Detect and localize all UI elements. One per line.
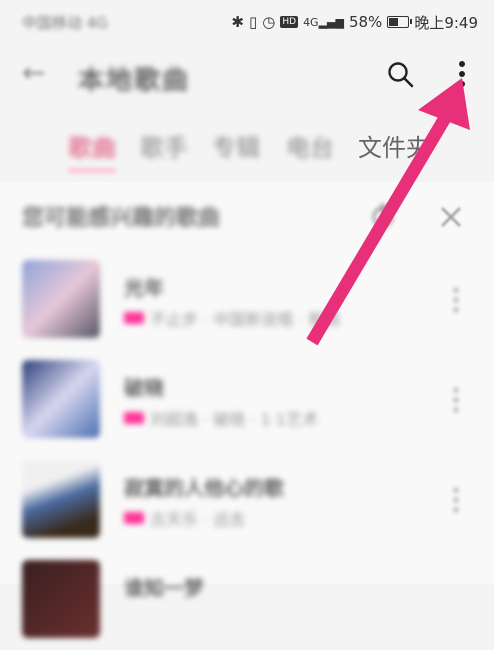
- album-cover: [22, 360, 100, 438]
- quality-tag: [124, 412, 144, 424]
- bluetooth-icon: ✱: [231, 13, 244, 31]
- battery-percent: 58%: [348, 13, 383, 31]
- tab-folders[interactable]: 文件夹: [358, 128, 430, 163]
- tab-indicator: [68, 168, 116, 173]
- carrier-text: 中国移动 4G: [22, 13, 108, 32]
- song-meta: 古天乐 · 远去: [150, 510, 246, 529]
- status-left: 中国移动 4G: [22, 12, 108, 33]
- album-cover: [22, 560, 100, 638]
- quality-tag: [124, 512, 144, 524]
- song-title: 谁知一梦: [124, 576, 204, 600]
- page-title: 本地歌曲: [78, 66, 191, 96]
- battery-icon: [387, 16, 413, 28]
- hd-icon: HD: [280, 16, 299, 28]
- quality-tag: [124, 312, 144, 324]
- tab-songs[interactable]: 歌曲: [68, 128, 116, 163]
- song-meta: 不止步 · 中国新说唱 · 新浪: [150, 310, 341, 329]
- signal-icon: 4G▂▄▆: [303, 15, 344, 29]
- status-bar: 中国移动 4G ✱ ▯ ◷ HD 4G▂▄▆ 58% 晚上9:49: [0, 0, 494, 44]
- more-vertical-icon[interactable]: [450, 58, 474, 92]
- song-subtitle: 不止步 · 中国新说唱 · 新浪: [124, 306, 341, 330]
- song-more-icon[interactable]: [448, 284, 464, 318]
- album-cover: [22, 460, 100, 538]
- list-item[interactable]: 谁知一梦: [0, 560, 494, 650]
- status-right: ✱ ▯ ◷ HD 4G▂▄▆ 58% 晚上9:49: [231, 12, 478, 33]
- tab-albums[interactable]: 专辑: [212, 128, 260, 163]
- song-title: 破晓: [124, 376, 164, 400]
- song-subtitle: 古天乐 · 远去: [124, 506, 245, 530]
- back-arrow-icon[interactable]: ←: [22, 56, 45, 89]
- vibrate-icon: ▯: [249, 13, 258, 31]
- tab-artists[interactable]: 歌手: [140, 128, 188, 163]
- tab-radio[interactable]: 电台: [286, 128, 334, 163]
- list-item[interactable]: 破晓 刘超逸 · 破晓 · 1·1艺术: [0, 360, 494, 450]
- close-icon[interactable]: [436, 202, 466, 232]
- app-bar: ← 本地歌曲: [0, 48, 494, 104]
- status-time: 晚上9:49: [414, 13, 478, 32]
- alarm-icon: ◷: [262, 13, 276, 31]
- song-subtitle: 刘超逸 · 破晓 · 1·1艺术: [124, 406, 318, 430]
- section-title: 您可能感兴趣的歌曲: [22, 206, 221, 231]
- list-item[interactable]: 寂寞的人他心的歌 古天乐 · 远去: [0, 460, 494, 550]
- song-meta: 刘超逸 · 破晓 · 1·1艺术: [150, 410, 318, 429]
- search-icon[interactable]: [386, 60, 416, 90]
- refresh-icon[interactable]: [368, 202, 398, 232]
- song-title: 寂寞的人他心的歌: [124, 476, 284, 500]
- song-more-icon[interactable]: [448, 484, 464, 518]
- album-cover: [22, 260, 100, 338]
- song-more-icon[interactable]: [448, 384, 464, 418]
- song-title: 光年: [124, 276, 164, 300]
- tab-bar: 歌曲 歌手 专辑 电台 文件夹: [0, 128, 494, 173]
- list-item[interactable]: 光年 不止步 · 中国新说唱 · 新浪: [0, 260, 494, 350]
- recommend-section: 您可能感兴趣的歌曲 光年 不止步 · 中国新说唱 · 新浪 破晓 刘超逸 · 破…: [0, 182, 494, 638]
